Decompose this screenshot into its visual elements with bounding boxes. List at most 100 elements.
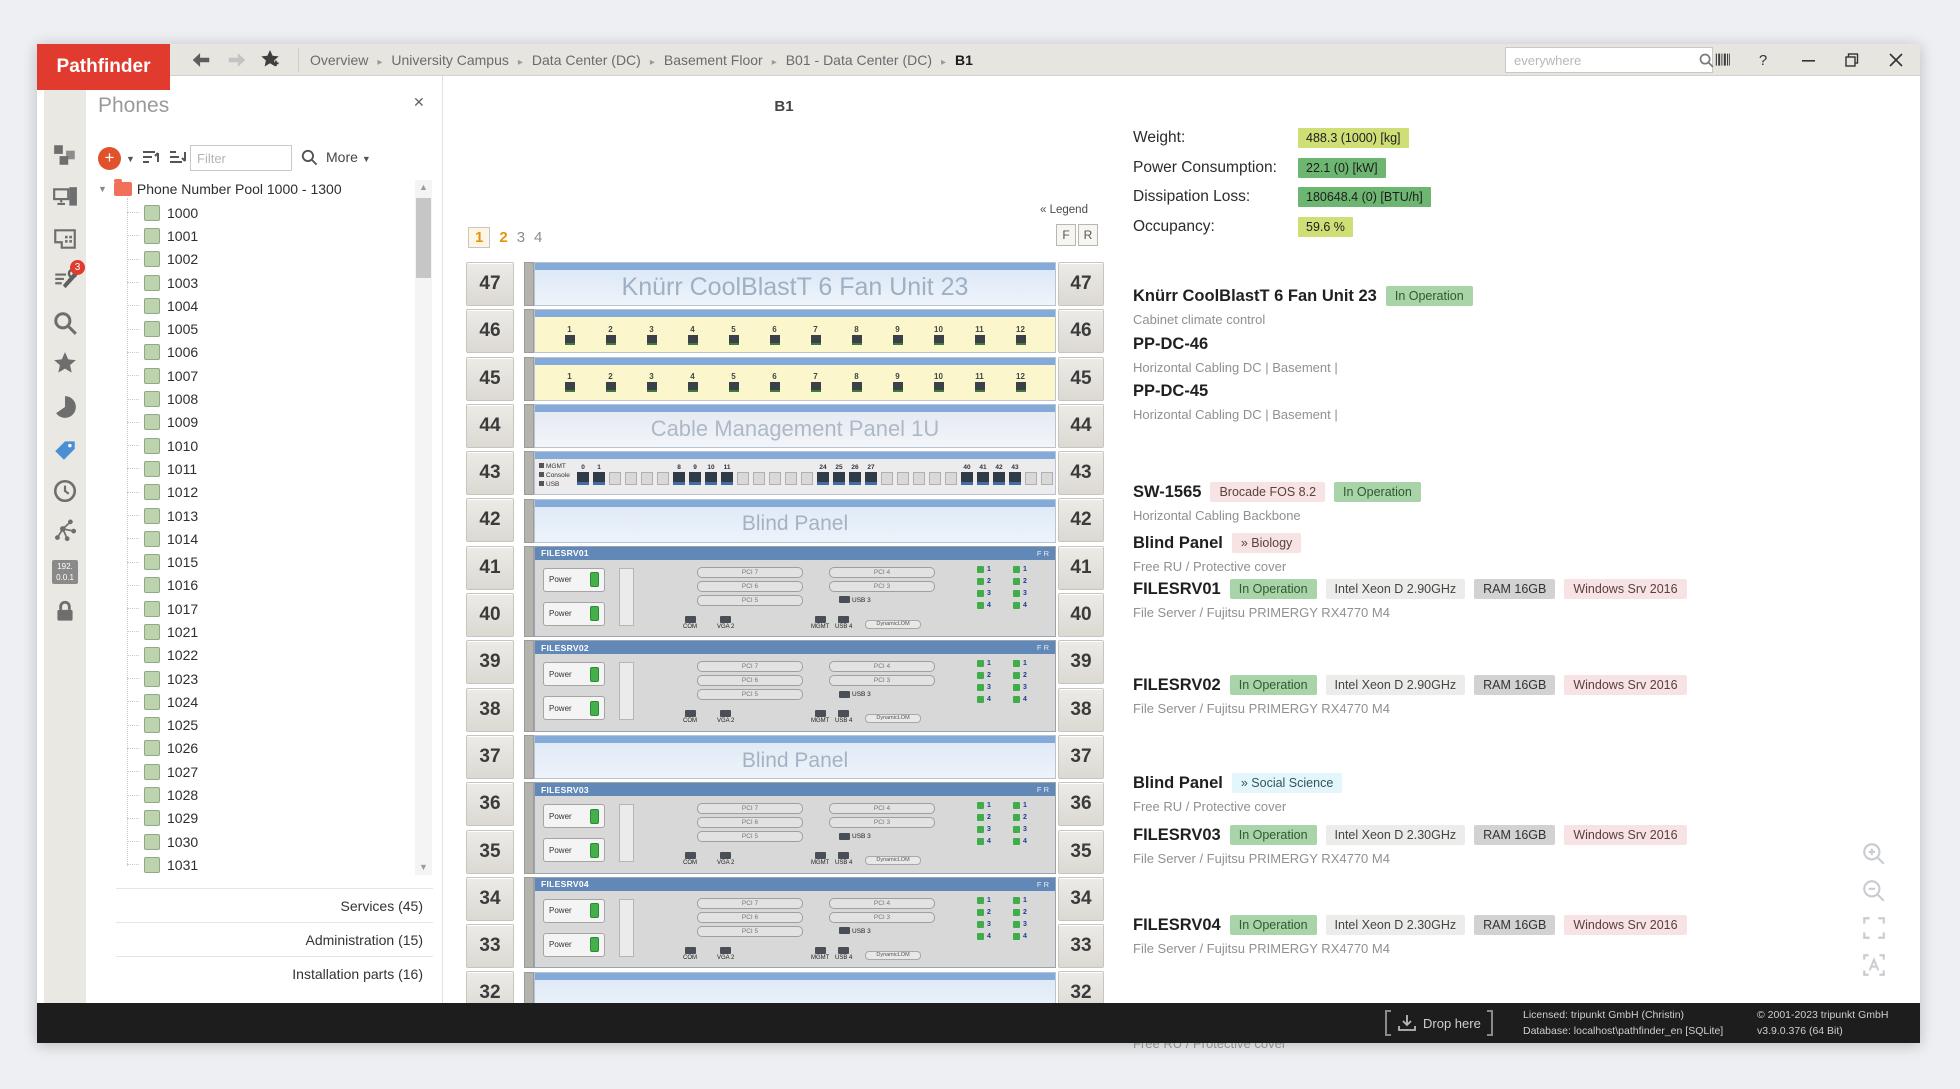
patch-port[interactable]: 3	[646, 325, 657, 345]
rack-unit-filesrv01[interactable]: FILESRV01 F R Power Power PCI 7 PCI 6 PC…	[524, 545, 1056, 638]
tag-icon[interactable]	[52, 437, 78, 463]
rack-unit-blind-panel[interactable]: Blind Panel	[524, 735, 1056, 779]
patch-port[interactable]: 4	[687, 325, 698, 345]
patch-port[interactable]: 1	[564, 325, 575, 345]
breadcrumb-item[interactable]: Overview	[310, 52, 391, 68]
rack-unit-filesrv04[interactable]: FILESRV04 F R Power Power PCI 7 PCI 6 PC…	[524, 876, 1056, 969]
usb4-port[interactable]: USB 4	[835, 946, 852, 961]
switch-port[interactable]: 42	[993, 464, 1005, 486]
switch-port[interactable]: 8	[673, 464, 685, 486]
power-button[interactable]: Power	[543, 662, 605, 687]
rack-unit-blind-panel[interactable]: Blind Panel	[524, 498, 1056, 543]
equipment-item-filesrv01[interactable]: FILESRV01 In Operation Intel Xeon D 2.90…	[1133, 579, 1753, 620]
patch-port[interactable]: 12	[1015, 372, 1026, 393]
switch-port[interactable]: 27	[865, 464, 877, 486]
phone-tree-item[interactable]: 1009	[86, 411, 406, 434]
equipment-name[interactable]: Blind Panel	[1133, 534, 1223, 553]
back-icon[interactable]	[186, 47, 216, 73]
network-port[interactable]: 2	[1013, 672, 1027, 680]
network-port[interactable]: 2	[977, 672, 991, 680]
expander-icon[interactable]: ▼	[98, 184, 107, 194]
phone-tree-item[interactable]: 1017	[86, 597, 406, 620]
network-port[interactable]: 4	[1013, 601, 1027, 609]
phone-tree-item[interactable]: 1023	[86, 667, 406, 690]
rack-unit-filesrv02[interactable]: FILESRV02 F R Power Power PCI 7 PCI 6 PC…	[524, 640, 1056, 732]
usb4-port[interactable]: USB 4	[835, 852, 852, 866]
phone-tree-item[interactable]: 1021	[86, 620, 406, 643]
patch-port[interactable]: 1	[564, 372, 575, 393]
vga-port[interactable]: VGA 2	[717, 946, 734, 961]
tools-icon[interactable]: 3	[52, 260, 85, 293]
patch-port[interactable]: 9	[892, 372, 903, 393]
phone-tree-item[interactable]: 1015	[86, 550, 406, 573]
phone-tree-item[interactable]: 1029	[86, 807, 406, 830]
switch-port[interactable]: 25	[833, 464, 845, 486]
patch-port[interactable]: 6	[769, 372, 780, 393]
tab-1[interactable]: 1	[468, 226, 491, 248]
search-input[interactable]	[1506, 52, 1698, 68]
scrollbar-thumb[interactable]	[416, 198, 431, 278]
phone-tree-item[interactable]: 1012	[86, 481, 406, 504]
sort-descending-icon[interactable]	[168, 148, 190, 173]
tab-2[interactable]: 2	[499, 229, 507, 246]
hierarchy-icon[interactable]	[52, 142, 78, 168]
equipment-item-filesrv02[interactable]: FILESRV02 In Operation Intel Xeon D 2.90…	[1133, 675, 1753, 716]
ip-address-icon[interactable]: 192. 0.0.1	[52, 559, 78, 585]
network-port[interactable]: 1	[1013, 565, 1027, 573]
network-port[interactable]: 2	[977, 908, 991, 916]
drop-here-target[interactable]: Drop here	[1385, 1010, 1493, 1036]
network-port[interactable]: 3	[977, 684, 991, 692]
switch-port[interactable]: 43	[1009, 464, 1021, 486]
patch-port[interactable]: 7	[810, 325, 821, 345]
rack-unit-partial[interactable]	[524, 971, 1056, 1003]
network-port[interactable]: 3	[1013, 920, 1027, 928]
restore-button[interactable]	[1835, 44, 1869, 76]
tab-3[interactable]: 3	[517, 229, 525, 246]
footer-administration[interactable]: Administration (15)	[116, 922, 433, 956]
breadcrumb-item[interactable]: B01 - Data Center (DC)	[786, 52, 955, 68]
equipment-name[interactable]: PP-DC-45	[1133, 382, 1208, 401]
network-port[interactable]: 1	[977, 802, 991, 810]
usb3-port[interactable]: USB 3	[839, 832, 871, 840]
equipment-name[interactable]: Knürr CoolBlastT 6 Fan Unit 23	[1133, 287, 1377, 306]
vga-port[interactable]: VGA 2	[717, 710, 734, 724]
workstation-icon[interactable]	[52, 185, 78, 211]
patch-port[interactable]: 11	[974, 325, 985, 345]
network-port[interactable]: 1	[977, 565, 991, 573]
patch-port[interactable]: 4	[687, 372, 698, 393]
com-port[interactable]: COM	[683, 710, 697, 724]
favorites-icon[interactable]	[52, 350, 78, 376]
help-button[interactable]: ?	[1746, 44, 1780, 76]
phone-tree-item[interactable]: 1013	[86, 504, 406, 527]
phone-tree-item[interactable]: 1008	[86, 387, 406, 410]
floorplan-icon[interactable]	[52, 226, 78, 252]
phone-tree-item[interactable]: 1027	[86, 760, 406, 783]
switch-port[interactable]: 41	[977, 464, 989, 486]
network-port[interactable]: 4	[977, 601, 991, 609]
patch-port[interactable]: 12	[1015, 325, 1026, 345]
close-button[interactable]	[1879, 44, 1913, 76]
pie-chart-icon[interactable]	[52, 394, 78, 420]
mgmt-port[interactable]: MGMT	[811, 852, 829, 866]
phone-tree-item[interactable]: 1031	[86, 853, 406, 876]
equipment-item-blind-social[interactable]: Blind Panel » Social Science Free RU / P…	[1133, 773, 1753, 814]
patch-port[interactable]: 3	[646, 372, 657, 393]
com-port[interactable]: COM	[683, 615, 697, 630]
phone-tree-item[interactable]: 1025	[86, 714, 406, 737]
patch-port[interactable]: 9	[892, 325, 903, 345]
power-button[interactable]: Power	[543, 838, 605, 863]
patch-port[interactable]: 8	[851, 325, 862, 345]
filter-search-icon[interactable]	[300, 148, 319, 172]
equipment-name[interactable]: Blind Panel	[1133, 774, 1223, 793]
breadcrumb-item[interactable]: University Campus	[391, 52, 532, 68]
equipment-name[interactable]: FILESRV04	[1133, 916, 1221, 935]
equipment-item-filesrv03[interactable]: FILESRV03 In Operation Intel Xeon D 2.30…	[1133, 825, 1753, 866]
network-port[interactable]: 1	[1013, 802, 1027, 810]
network-port[interactable]: 1	[1013, 896, 1027, 904]
topology-icon[interactable]	[52, 517, 78, 543]
switch-port[interactable]: 40	[961, 464, 973, 486]
phone-tree-item[interactable]: 1003	[86, 271, 406, 294]
vga-port[interactable]: VGA 2	[717, 615, 734, 630]
tab-4[interactable]: 4	[534, 229, 542, 246]
usb3-port[interactable]: USB 3	[839, 690, 871, 698]
